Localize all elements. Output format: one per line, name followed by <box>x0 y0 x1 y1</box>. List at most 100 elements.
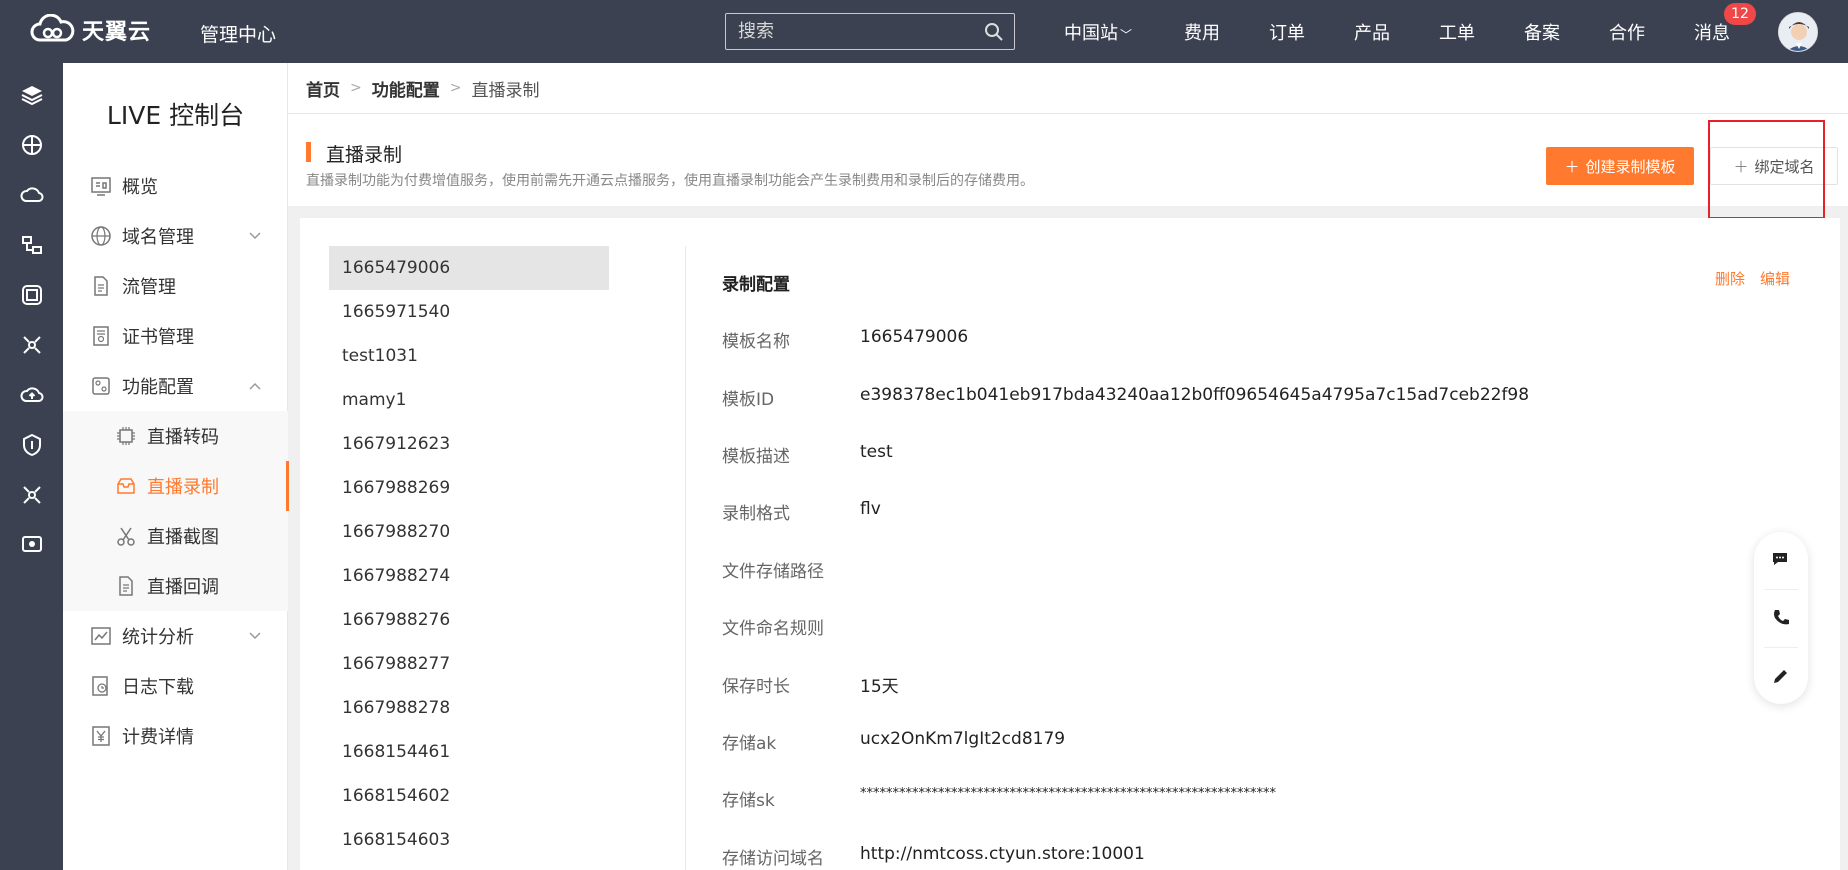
sidebar-item-log-download[interactable]: 日志下载 <box>63 661 288 711</box>
sidebar-item-label: 概览 <box>122 177 158 198</box>
field-value: http://nmtcoss.ctyun.store:10001 <box>860 844 1145 864</box>
nav-orders[interactable]: 订单 <box>1269 19 1305 45</box>
field-value: 15天 <box>860 677 899 697</box>
chat-icon[interactable] <box>1771 549 1791 569</box>
template-list-item[interactable]: 1668154461 <box>329 730 609 774</box>
sidebar-item-label: 直播录制 <box>147 477 219 498</box>
top-bar: 天翼云 管理中心 中国站﹀ 费用 订单 产品 工单 备案 合作 消息 12 <box>0 0 1848 63</box>
field-value: test <box>860 442 893 462</box>
create-template-label: 创建录制模板 <box>1585 157 1676 176</box>
sidebar-item-streams[interactable]: 流管理 <box>63 261 288 311</box>
template-list-item[interactable]: mamy1 <box>329 378 609 422</box>
pencil-icon[interactable] <box>1771 666 1791 686</box>
console-sidebar: LIVE 控制台 概览 域名管理 流管理 证书管理 功能配置 直播转码 直播录制… <box>63 63 289 870</box>
console-title: LIVE 控制台 <box>106 101 245 130</box>
nav-tickets[interactable]: 工单 <box>1439 19 1475 45</box>
breadcrumb-home[interactable]: 首页 <box>306 76 340 101</box>
template-list-item[interactable]: 1667988270 <box>329 510 609 554</box>
field-label: 录制格式 <box>722 504 790 524</box>
sidebar-item-label: 直播截图 <box>147 527 219 548</box>
sidebar-item-overview[interactable]: 概览 <box>63 161 288 211</box>
message-count-badge: 12 <box>1724 3 1756 25</box>
management-center-link[interactable]: 管理中心 <box>200 20 276 47</box>
sidebar-item-transcode[interactable]: 直播转码 <box>63 411 288 461</box>
nav-region[interactable]: 中国站 ﹀ <box>1064 19 1132 45</box>
sidebar-item-label: 直播转码 <box>147 427 219 448</box>
globe-icon <box>91 226 111 246</box>
active-indicator <box>286 461 289 511</box>
sidebar-item-domain[interactable]: 域名管理 <box>63 211 288 261</box>
product-icon-rail <box>0 63 63 870</box>
layers-icon[interactable] <box>20 83 44 107</box>
sidebar-item-feature-config[interactable]: 功能配置 <box>63 361 288 411</box>
recording-panel: 1665479006 1665971540 test1031 mamy1 166… <box>300 218 1840 870</box>
nav-billing[interactable]: 费用 <box>1184 19 1220 45</box>
search-icon[interactable] <box>984 22 1004 42</box>
template-list-item[interactable]: 1667912623 <box>329 422 609 466</box>
toolbar-divider <box>1764 589 1798 590</box>
sidebar-item-certificates[interactable]: 证书管理 <box>63 311 288 361</box>
sidebar-item-callback[interactable]: 直播回调 <box>63 561 288 611</box>
sidebar-item-label: 统计分析 <box>122 627 194 648</box>
edit-button[interactable]: 编辑 <box>1760 268 1790 289</box>
template-list-item[interactable]: 1667988276 <box>329 598 609 642</box>
field-value: 1665479006 <box>860 327 969 347</box>
field-label: 存储ak <box>722 734 777 754</box>
create-template-button[interactable]: ＋ 创建录制模板 <box>1546 147 1694 185</box>
search-input[interactable] <box>726 14 966 49</box>
page-description: 直播录制功能为付费增值服务，使用前需先开通云点播服务，使用直播录制功能会产生录制… <box>306 173 1034 189</box>
document-icon <box>94 276 108 296</box>
nav-products[interactable]: 产品 <box>1354 19 1390 45</box>
template-list-item[interactable]: 1668154602 <box>329 774 609 818</box>
storage-icon[interactable] <box>20 283 44 307</box>
nav-filing[interactable]: 备案 <box>1524 19 1560 45</box>
template-list: 1665479006 1665971540 test1031 mamy1 166… <box>329 246 609 862</box>
security-shield-icon[interactable] <box>20 433 44 457</box>
phone-icon[interactable] <box>1771 608 1791 628</box>
transfer-icon[interactable] <box>20 233 44 257</box>
template-list-item[interactable]: test1031 <box>329 334 609 378</box>
overview-icon <box>91 177 111 196</box>
field-label: 文件存储路径 <box>722 562 824 582</box>
chevron-right-icon: > <box>449 80 462 96</box>
template-list-item[interactable]: 1667988278 <box>329 686 609 730</box>
page-header: 直播录制 直播录制功能为付费增值服务，使用前需先开通云点播服务，使用直播录制功能… <box>288 114 1848 206</box>
page-title: 直播录制 <box>326 144 403 166</box>
sidebar-item-recording[interactable]: 直播录制 <box>63 461 289 511</box>
certificate-icon <box>93 326 109 346</box>
log-icon <box>92 676 108 696</box>
brand-logo[interactable]: 天翼云 <box>28 14 151 46</box>
user-avatar[interactable] <box>1778 12 1818 52</box>
template-list-item[interactable]: 1667988277 <box>329 642 609 686</box>
template-list-item[interactable]: 1667988274 <box>329 554 609 598</box>
template-list-item[interactable]: 1668154603 <box>329 818 609 862</box>
nav-region-label: 中国站 <box>1064 23 1118 44</box>
chevron-down-icon <box>249 232 261 240</box>
sidebar-item-statistics[interactable]: 统计分析 <box>63 611 288 661</box>
breadcrumb-feature-config[interactable]: 功能配置 <box>372 76 440 101</box>
chevron-right-icon: > <box>350 80 362 96</box>
cloud-icon[interactable] <box>20 183 44 207</box>
nav-cooperation[interactable]: 合作 <box>1609 19 1645 45</box>
sidebar-item-billing[interactable]: 计费详情 <box>63 711 288 761</box>
monitor-icon[interactable] <box>20 533 44 557</box>
template-list-item[interactable]: 1665971540 <box>329 290 609 334</box>
brand-name: 天翼云 <box>82 20 152 45</box>
template-list-item[interactable]: 1667988269 <box>329 466 609 510</box>
yen-icon <box>92 726 110 746</box>
field-label: 模板描述 <box>722 447 790 467</box>
scissors-icon <box>117 527 135 546</box>
template-list-item[interactable]: 1665479006 <box>329 246 609 290</box>
sidebar-item-screenshot[interactable]: 直播截图 <box>63 511 288 561</box>
cdn-icon[interactable] <box>20 483 44 507</box>
field-value: ucx2OnKm7lgIt2cd8179 <box>860 729 1066 749</box>
cloud-upload-icon[interactable] <box>20 383 44 407</box>
field-label: 保存时长 <box>722 677 790 697</box>
nav-messages[interactable]: 消息 <box>1694 19 1730 45</box>
highlight-box <box>1708 120 1825 219</box>
compute-icon[interactable] <box>20 133 44 157</box>
network-icon[interactable] <box>20 333 44 357</box>
field-value: flv <box>860 499 881 519</box>
delete-button[interactable]: 删除 <box>1715 268 1745 289</box>
chevron-up-icon <box>249 382 261 390</box>
